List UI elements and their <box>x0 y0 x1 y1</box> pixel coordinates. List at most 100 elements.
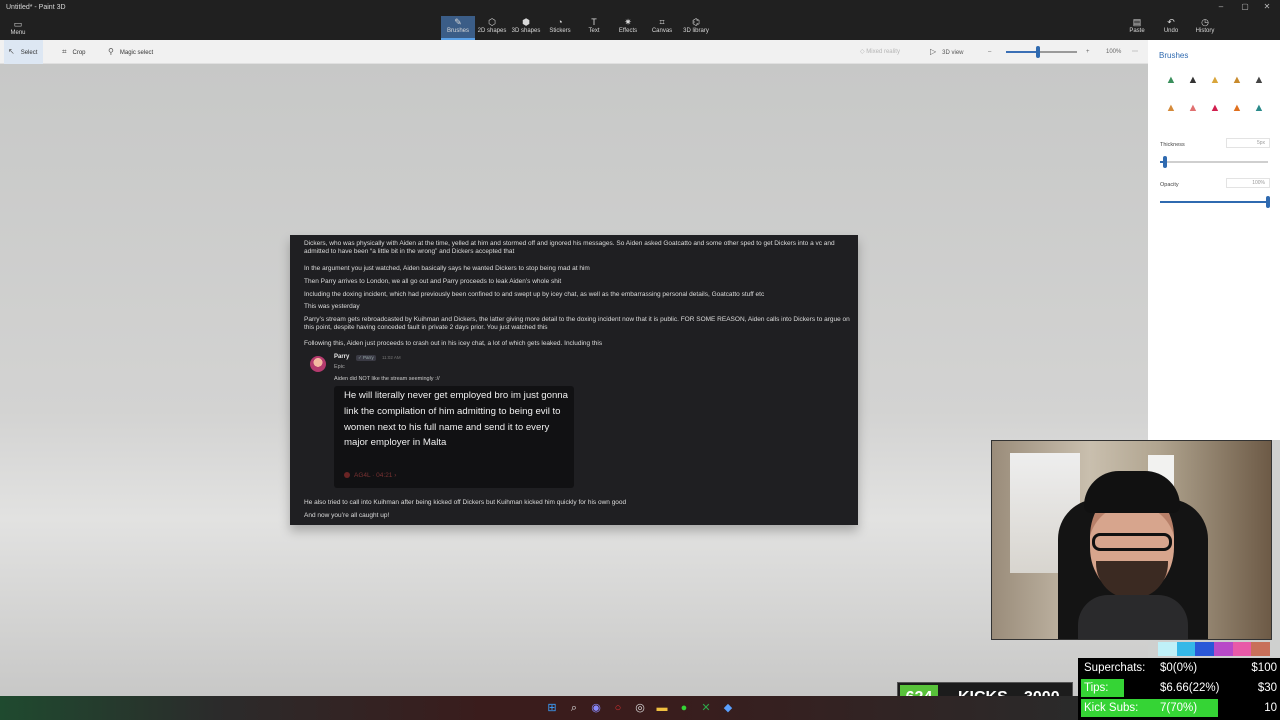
chrome-icon[interactable]: ◎ <box>632 700 648 716</box>
calligraphy-pen-brush-icon[interactable]: ▲ <box>1187 71 1199 89</box>
3d-view-button[interactable]: ▷ 3D view <box>926 40 970 64</box>
color-swatch[interactable] <box>1195 642 1215 656</box>
zoom-level: 100% <box>1106 49 1122 55</box>
text-line: Including the doxing incident, which had… <box>304 291 765 298</box>
brush-icon: ✎ <box>454 17 462 27</box>
tab-label: Brushes <box>446 28 469 34</box>
tab-label: 2D shapes <box>477 28 507 34</box>
file-explorer-icon[interactable]: ▬ <box>654 700 670 716</box>
marker-brush-icon[interactable]: ▲ <box>1165 71 1177 89</box>
post-author: Parry <box>334 354 350 360</box>
quote-text: He will literally never get employed bro… <box>344 390 568 449</box>
tab-text[interactable]: T Text <box>577 16 611 40</box>
quote-source: AG4L · 04:21 › <box>344 472 396 479</box>
pencil-brush-icon[interactable]: ▲ <box>1165 99 1177 117</box>
crayon-brush-icon[interactable]: ▲ <box>1209 99 1221 117</box>
tab-label: Text <box>588 28 600 34</box>
3d-view-icon: ▷ <box>930 47 937 56</box>
tab-2d-shapes[interactable]: ⬡ 2D shapes <box>475 16 509 40</box>
zoom-slider[interactable] <box>1006 51 1077 53</box>
crop-tool[interactable]: ⌗ Crop <box>58 40 92 64</box>
app-title: Untitled* - Paint 3D <box>6 4 66 11</box>
crop-label: Crop <box>72 50 86 56</box>
row-goal: $30 <box>1257 682 1277 694</box>
tab-effects[interactable]: ✷ Effects <box>611 16 645 40</box>
more-options-icon[interactable]: ⋯ <box>1128 40 1144 64</box>
thickness-slider[interactable] <box>1160 156 1268 168</box>
mixed-reality-button[interactable]: ◇ Mixed reality <box>860 40 900 64</box>
watercolor-brush-icon[interactable]: ▲ <box>1231 71 1243 89</box>
pasted-screenshot[interactable]: Dickers, who was physically with Aiden a… <box>290 235 858 525</box>
post-subtitle: Epic <box>334 364 345 370</box>
color-swatch[interactable] <box>1158 642 1177 656</box>
post-time: 11:02 AM <box>382 355 401 360</box>
tab-label: Stickers <box>549 28 571 34</box>
minimize-icon[interactable]: – <box>1214 2 1228 11</box>
text-line: Dickers, who was physically with Aiden a… <box>304 240 835 256</box>
menu-button[interactable]: ▭ Menu <box>6 18 30 38</box>
oil-brush-icon[interactable]: ▲ <box>1209 71 1221 89</box>
color-palette-strip[interactable] <box>1158 642 1271 656</box>
magic-select-label: Magic select <box>119 50 154 56</box>
fill-brush-icon[interactable]: ▲ <box>1253 99 1265 117</box>
3d-view-label: 3D view <box>942 50 964 56</box>
tab-stickers[interactable]: ◔ Stickers <box>543 16 577 40</box>
quote-source-label: AG4L · 04:21 › <box>354 472 397 479</box>
menu-icon: ▭ <box>13 19 23 29</box>
row-goal: 10 <box>1264 702 1277 714</box>
discord-icon[interactable]: ◉ <box>588 700 604 716</box>
history-icon: ◷ <box>1201 17 1209 27</box>
title-bar: Untitled* - Paint 3D ▭ Menu ✎ Brushes ⬡ … <box>0 0 1280 40</box>
excel-icon[interactable]: ✕ <box>698 700 714 716</box>
select-tool[interactable]: ↖ Select <box>4 40 44 64</box>
search-icon[interactable]: ⌕ <box>566 700 582 716</box>
color-swatch[interactable] <box>1232 642 1252 656</box>
undo-icon: ↶ <box>1167 17 1175 27</box>
undo-button[interactable]: ↶ Undo <box>1154 16 1188 40</box>
text-line: He also tried to call into Kuihman after… <box>304 499 627 506</box>
text-line: In the argument you just watched, Aiden … <box>304 265 590 272</box>
color-swatch[interactable] <box>1251 642 1271 656</box>
zoom-in-button[interactable]: + <box>1082 40 1096 64</box>
selection-toolbar: ↖ Select ⌗ Crop ⚲ Magic select ◇ Mixed real… <box>0 40 1148 64</box>
avatar <box>310 356 326 372</box>
spray-can-brush-icon[interactable]: ▲ <box>1231 99 1243 117</box>
post-tag: ✓ Parry <box>356 355 376 361</box>
windows-start-icon[interactable]: ⊞ <box>544 700 560 716</box>
maximize-icon[interactable]: ▢ <box>1238 2 1252 11</box>
undo-label: Undo <box>1163 28 1179 34</box>
pixel-pen-brush-icon[interactable]: ▲ <box>1253 71 1265 89</box>
canvas-icon: ⌗ <box>659 17 665 27</box>
history-button[interactable]: ◷ History <box>1188 16 1222 40</box>
spotify-icon[interactable]: ● <box>676 700 692 716</box>
opacity-input[interactable]: 100% <box>1226 178 1270 188</box>
source-icon <box>344 472 350 478</box>
opacity-slider[interactable] <box>1160 196 1270 208</box>
text-line: Following this, Aiden just proceeds to c… <box>304 340 603 347</box>
tab-3d-shapes[interactable]: ⬢ 3D shapes <box>509 16 543 40</box>
tab-label: 3D library <box>683 28 709 34</box>
paint3d-icon[interactable]: ◆ <box>720 700 736 716</box>
row-value: 7(70%) <box>1160 702 1198 714</box>
color-swatch[interactable] <box>1214 642 1233 656</box>
eraser-brush-icon[interactable]: ▲ <box>1187 99 1199 117</box>
tab-canvas[interactable]: ⌗ Canvas <box>645 16 679 40</box>
zoom-out-button[interactable]: – <box>984 40 997 64</box>
select-label: Select <box>20 50 38 56</box>
kick-subs-row: Kick Subs: 7(70%) 10 <box>1078 698 1280 718</box>
opacity-label: Opacity <box>1160 182 1179 188</box>
zoom-slider-thumb[interactable] <box>1036 46 1040 58</box>
opera-icon[interactable]: ○ <box>610 700 626 716</box>
webcam-feed <box>991 440 1272 640</box>
effects-icon: ✷ <box>624 17 632 27</box>
3d-shapes-icon: ⬢ <box>522 17 530 27</box>
paste-button[interactable]: ▤ Paste <box>1120 16 1154 40</box>
tab-brushes[interactable]: ✎ Brushes <box>441 16 475 40</box>
thickness-input[interactable]: 5px <box>1226 138 1270 148</box>
row-label: Kick Subs: <box>1084 702 1139 714</box>
magic-select-tool[interactable]: ⚲ Magic select <box>104 40 159 64</box>
close-icon[interactable]: ✕ <box>1260 2 1274 11</box>
text-icon: T <box>591 17 597 27</box>
color-swatch[interactable] <box>1176 642 1196 656</box>
tab-3d-library[interactable]: ⌬ 3D library <box>679 16 713 40</box>
